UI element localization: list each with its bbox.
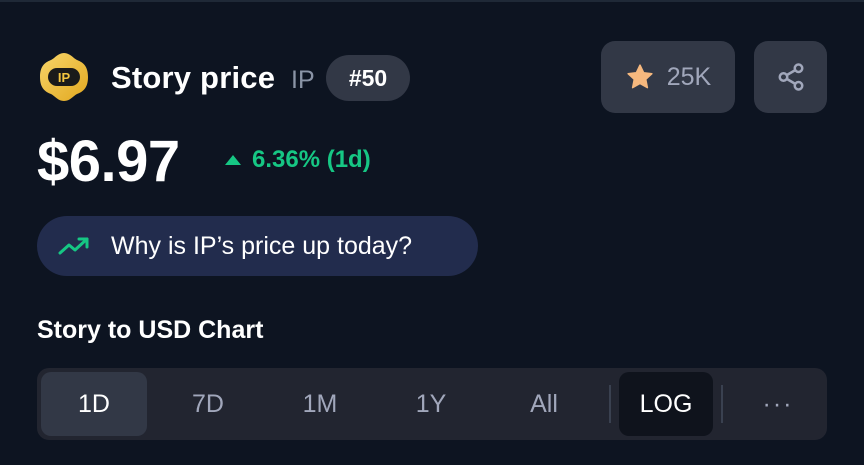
range-1d-button[interactable]: 1D xyxy=(41,372,147,436)
log-scale-toggle[interactable]: LOG xyxy=(619,372,713,436)
story-logo: IP xyxy=(37,50,91,104)
why-price-up-button[interactable]: Why is IP’s price up today? xyxy=(37,216,478,276)
caret-up-icon xyxy=(225,155,241,165)
watchlist-count: 25K xyxy=(666,62,712,91)
range-1y-button[interactable]: 1Y xyxy=(378,372,484,436)
price-change: 6.36% (1d) xyxy=(224,146,371,174)
coin-name: Story price xyxy=(111,60,276,95)
share-button[interactable] xyxy=(754,41,827,113)
range-1m-button[interactable]: 1M xyxy=(267,372,373,436)
current-price: $6.97 xyxy=(37,129,180,194)
watchlist-button[interactable]: 25K xyxy=(601,41,735,113)
story-logo-icon: IP xyxy=(40,53,88,101)
price-change-value: 6.36% (1d) xyxy=(252,146,371,173)
share-icon xyxy=(778,63,803,91)
more-options-button[interactable]: ··· xyxy=(731,372,825,436)
logo-text: IP xyxy=(58,70,71,85)
chart-range-selector: 1D 7D 1M 1Y All LOG ··· xyxy=(37,368,827,440)
coin-symbol: IP xyxy=(291,66,315,94)
range-divider xyxy=(609,385,611,423)
why-price-up-text: Why is IP’s price up today? xyxy=(111,231,413,260)
range-divider xyxy=(721,385,723,423)
rank-badge: #50 xyxy=(326,55,410,101)
range-7d-button[interactable]: 7D xyxy=(155,372,261,436)
trending-up-icon xyxy=(58,237,89,255)
coin-header-panel: IP Story price IP #50 25K $6.97 6.36% (1… xyxy=(0,0,864,465)
range-all-button[interactable]: All xyxy=(491,372,597,436)
star-icon xyxy=(627,64,653,89)
chart-title: Story to USD Chart xyxy=(37,316,264,344)
